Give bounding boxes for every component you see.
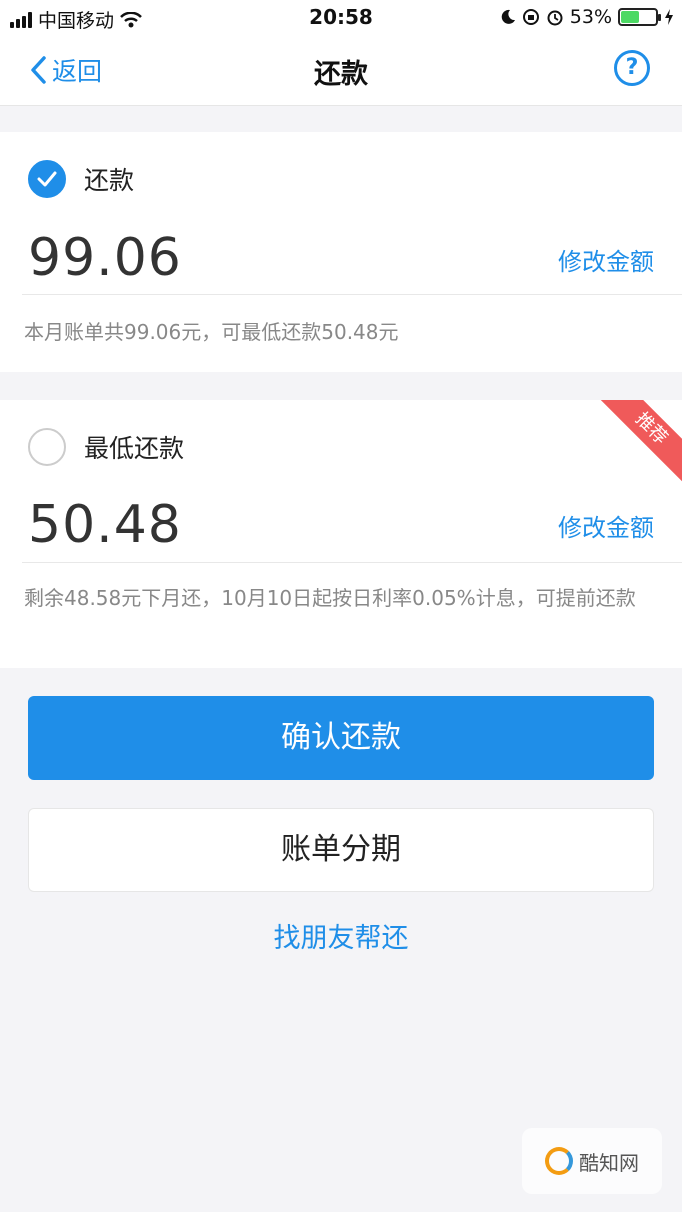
option-note: 剩余48.58元下月还，10月10日起按日利率0.05%计息，可提前还款 xyxy=(24,586,636,610)
option-note: 本月账单共99.06元，可最低还款50.48元 xyxy=(24,320,399,344)
battery-icon xyxy=(618,8,661,26)
option-row[interactable]: 还款 xyxy=(28,160,134,198)
repay-minimum-option[interactable]: 推荐 最低还款 50.48 修改金额 剩余48.58元下月还，10月10日起按日… xyxy=(0,400,682,668)
charging-icon xyxy=(665,9,673,25)
radio-unchecked-icon[interactable] xyxy=(28,428,66,466)
battery-percent: 53% xyxy=(569,6,612,28)
divider xyxy=(22,562,682,563)
help-icon[interactable]: ? xyxy=(614,50,650,86)
page-title: 还款 xyxy=(314,59,368,90)
amount-value: 50.48 xyxy=(28,495,182,555)
watermark: 酷知网 xyxy=(522,1128,662,1194)
option-label: 还款 xyxy=(84,166,135,195)
installment-button[interactable]: 账单分期 xyxy=(28,808,654,892)
recommend-badge: 推荐 xyxy=(594,400,682,486)
divider xyxy=(22,294,682,295)
moon-icon xyxy=(501,9,515,24)
status-right: 53% xyxy=(500,6,674,28)
confirm-repay-button[interactable]: 确认还款 xyxy=(28,696,654,780)
option-label: 最低还款 xyxy=(84,434,185,463)
watermark-logo-icon xyxy=(545,1147,573,1175)
nav-bar: 返回 还款 ? xyxy=(0,34,682,106)
alarm-icon xyxy=(547,10,563,26)
repay-full-option[interactable]: 还款 99.06 修改金额 本月账单共99.06元，可最低还款50.48元 xyxy=(0,132,682,372)
orientation-lock-icon xyxy=(522,9,539,25)
check-icon xyxy=(37,171,57,187)
edit-amount-link[interactable]: 修改金额 xyxy=(558,508,654,543)
edit-amount-link[interactable]: 修改金额 xyxy=(558,242,654,277)
battery-fill xyxy=(621,11,640,23)
watermark-text: 酷知网 xyxy=(579,1150,639,1175)
option-row[interactable]: 最低还款 xyxy=(28,428,184,466)
radio-checked-icon[interactable] xyxy=(28,160,66,198)
ask-friend-link[interactable]: 找朋友帮还 xyxy=(0,916,682,955)
amount-value: 99.06 xyxy=(28,228,182,288)
status-bar: 中国移动 20:58 53% xyxy=(0,0,682,34)
